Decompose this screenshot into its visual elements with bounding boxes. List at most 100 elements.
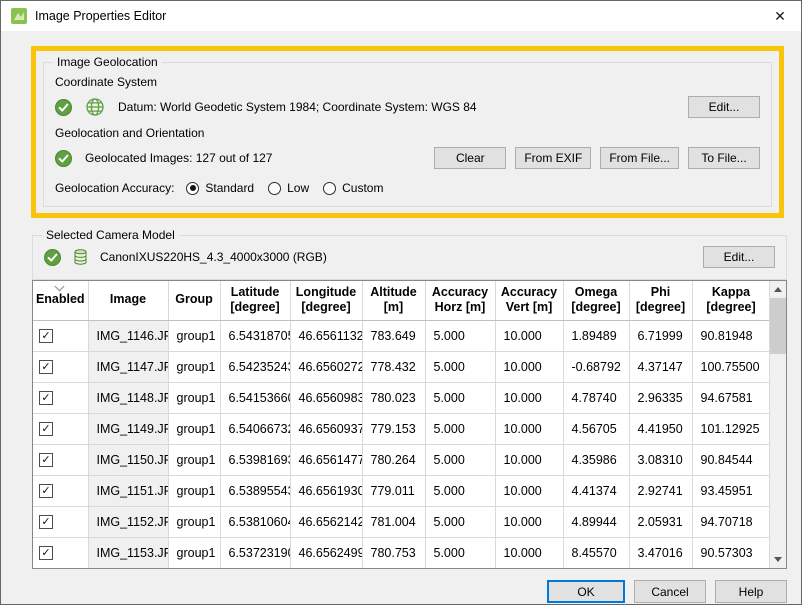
cell-phi[interactable]: 3.08310 xyxy=(629,444,692,475)
cell-group[interactable]: group1 xyxy=(168,320,220,351)
enabled-checkbox[interactable]: ✓ xyxy=(39,515,53,529)
cell-group[interactable]: group1 xyxy=(168,506,220,537)
enabled-checkbox[interactable]: ✓ xyxy=(39,329,53,343)
cell-group[interactable]: group1 xyxy=(168,537,220,568)
cell-alt[interactable]: 780.264 xyxy=(362,444,425,475)
cell-omega[interactable]: 4.41374 xyxy=(563,475,629,506)
column-header-lat[interactable]: Latitude [degree] xyxy=(220,281,290,320)
cell-accv[interactable]: 10.000 xyxy=(495,382,563,413)
cell-accv[interactable]: 10.000 xyxy=(495,444,563,475)
ok-button[interactable]: OK xyxy=(547,580,625,603)
cell-lon[interactable]: 46.65609371 xyxy=(290,413,362,444)
close-icon[interactable]: ✕ xyxy=(769,5,791,27)
cell-image[interactable]: IMG_1148.JPG xyxy=(88,382,168,413)
cell-phi[interactable]: 2.05931 xyxy=(629,506,692,537)
cancel-button[interactable]: Cancel xyxy=(634,580,706,603)
enabled-checkbox[interactable]: ✓ xyxy=(39,453,53,467)
column-header-enabled[interactable]: Enabled xyxy=(33,281,88,320)
cell-lon[interactable]: 46.65609830 xyxy=(290,382,362,413)
cell-acch[interactable]: 5.000 xyxy=(425,413,495,444)
column-header-omega[interactable]: Omega [degree] xyxy=(563,281,629,320)
to-file-button[interactable]: To File... xyxy=(688,147,760,169)
cell-kappa[interactable]: 94.70718 xyxy=(692,506,770,537)
cell-group[interactable]: group1 xyxy=(168,444,220,475)
cell-kappa[interactable]: 100.75500 xyxy=(692,351,770,382)
cell-phi[interactable]: 4.41950 xyxy=(629,413,692,444)
cell-kappa[interactable]: 94.67581 xyxy=(692,382,770,413)
cell-lon[interactable]: 46.65619302 xyxy=(290,475,362,506)
cell-image[interactable]: IMG_1151.JPG xyxy=(88,475,168,506)
cell-lat[interactable]: 6.53895543 xyxy=(220,475,290,506)
cell-lat[interactable]: 6.53810604 xyxy=(220,506,290,537)
scroll-up-icon[interactable] xyxy=(770,281,787,298)
cell-phi[interactable]: 2.92741 xyxy=(629,475,692,506)
cell-kappa[interactable]: 93.45951 xyxy=(692,475,770,506)
cell-omega[interactable]: 4.78740 xyxy=(563,382,629,413)
cell-image[interactable]: IMG_1149.JPG xyxy=(88,413,168,444)
column-header-image[interactable]: Image xyxy=(88,281,168,320)
accuracy-radio-low[interactable]: Low xyxy=(268,181,309,195)
cell-group[interactable]: group1 xyxy=(168,382,220,413)
cell-lat[interactable]: 6.54235243 xyxy=(220,351,290,382)
cell-phi[interactable]: 6.71999 xyxy=(629,320,692,351)
scroll-down-icon[interactable] xyxy=(770,551,787,568)
cell-acch[interactable]: 5.000 xyxy=(425,537,495,568)
cell-omega[interactable]: -0.68792 xyxy=(563,351,629,382)
cell-acch[interactable]: 5.000 xyxy=(425,351,495,382)
accuracy-radio-standard[interactable]: Standard xyxy=(186,181,254,195)
cell-phi[interactable]: 4.37147 xyxy=(629,351,692,382)
cell-lat[interactable]: 6.54318705 xyxy=(220,320,290,351)
column-header-alt[interactable]: Altitude [m] xyxy=(362,281,425,320)
edit-camera-model-button[interactable]: Edit... xyxy=(703,246,775,268)
cell-lat[interactable]: 6.53981693 xyxy=(220,444,290,475)
enabled-checkbox[interactable]: ✓ xyxy=(39,360,53,374)
cell-acch[interactable]: 5.000 xyxy=(425,444,495,475)
enabled-checkbox[interactable]: ✓ xyxy=(39,484,53,498)
cell-lon[interactable]: 46.65611328 xyxy=(290,320,362,351)
enabled-checkbox[interactable]: ✓ xyxy=(39,422,53,436)
accuracy-radio-custom[interactable]: Custom xyxy=(323,181,383,195)
cell-omega[interactable]: 4.56705 xyxy=(563,413,629,444)
cell-alt[interactable]: 778.432 xyxy=(362,351,425,382)
column-header-acch[interactable]: Accuracy Horz [m] xyxy=(425,281,495,320)
cell-kappa[interactable]: 90.84544 xyxy=(692,444,770,475)
cell-accv[interactable]: 10.000 xyxy=(495,320,563,351)
cell-accv[interactable]: 10.000 xyxy=(495,413,563,444)
cell-lon[interactable]: 46.65621426 xyxy=(290,506,362,537)
cell-lon[interactable]: 46.65602724 xyxy=(290,351,362,382)
table-scrollbar[interactable] xyxy=(769,281,786,568)
cell-phi[interactable]: 2.96335 xyxy=(629,382,692,413)
cell-image[interactable]: IMG_1152.JPG xyxy=(88,506,168,537)
cell-alt[interactable]: 780.753 xyxy=(362,537,425,568)
edit-coordinate-system-button[interactable]: Edit... xyxy=(688,96,760,118)
cell-kappa[interactable]: 90.81948 xyxy=(692,320,770,351)
help-button[interactable]: Help xyxy=(715,580,787,603)
cell-group[interactable]: group1 xyxy=(168,475,220,506)
column-header-kappa[interactable]: Kappa [degree] xyxy=(692,281,770,320)
column-header-phi[interactable]: Phi [degree] xyxy=(629,281,692,320)
cell-alt[interactable]: 781.004 xyxy=(362,506,425,537)
from-file-button[interactable]: From File... xyxy=(600,147,679,169)
cell-acch[interactable]: 5.000 xyxy=(425,382,495,413)
cell-alt[interactable]: 779.011 xyxy=(362,475,425,506)
cell-omega[interactable]: 8.45570 xyxy=(563,537,629,568)
column-header-accv[interactable]: Accuracy Vert [m] xyxy=(495,281,563,320)
cell-group[interactable]: group1 xyxy=(168,351,220,382)
cell-accv[interactable]: 10.000 xyxy=(495,506,563,537)
cell-omega[interactable]: 4.35986 xyxy=(563,444,629,475)
from-exif-button[interactable]: From EXIF xyxy=(515,147,591,169)
cell-lon[interactable]: 46.65614777 xyxy=(290,444,362,475)
cell-kappa[interactable]: 90.57303 xyxy=(692,537,770,568)
cell-alt[interactable]: 779.153 xyxy=(362,413,425,444)
cell-lat[interactable]: 6.54153660 xyxy=(220,382,290,413)
cell-alt[interactable]: 780.023 xyxy=(362,382,425,413)
cell-phi[interactable]: 3.47016 xyxy=(629,537,692,568)
cell-image[interactable]: IMG_1146.JPG xyxy=(88,320,168,351)
cell-lon[interactable]: 46.65624990 xyxy=(290,537,362,568)
enabled-checkbox[interactable]: ✓ xyxy=(39,391,53,405)
cell-group[interactable]: group1 xyxy=(168,413,220,444)
cell-acch[interactable]: 5.000 xyxy=(425,475,495,506)
cell-acch[interactable]: 5.000 xyxy=(425,506,495,537)
enabled-checkbox[interactable]: ✓ xyxy=(39,546,53,560)
cell-kappa[interactable]: 101.12925 xyxy=(692,413,770,444)
